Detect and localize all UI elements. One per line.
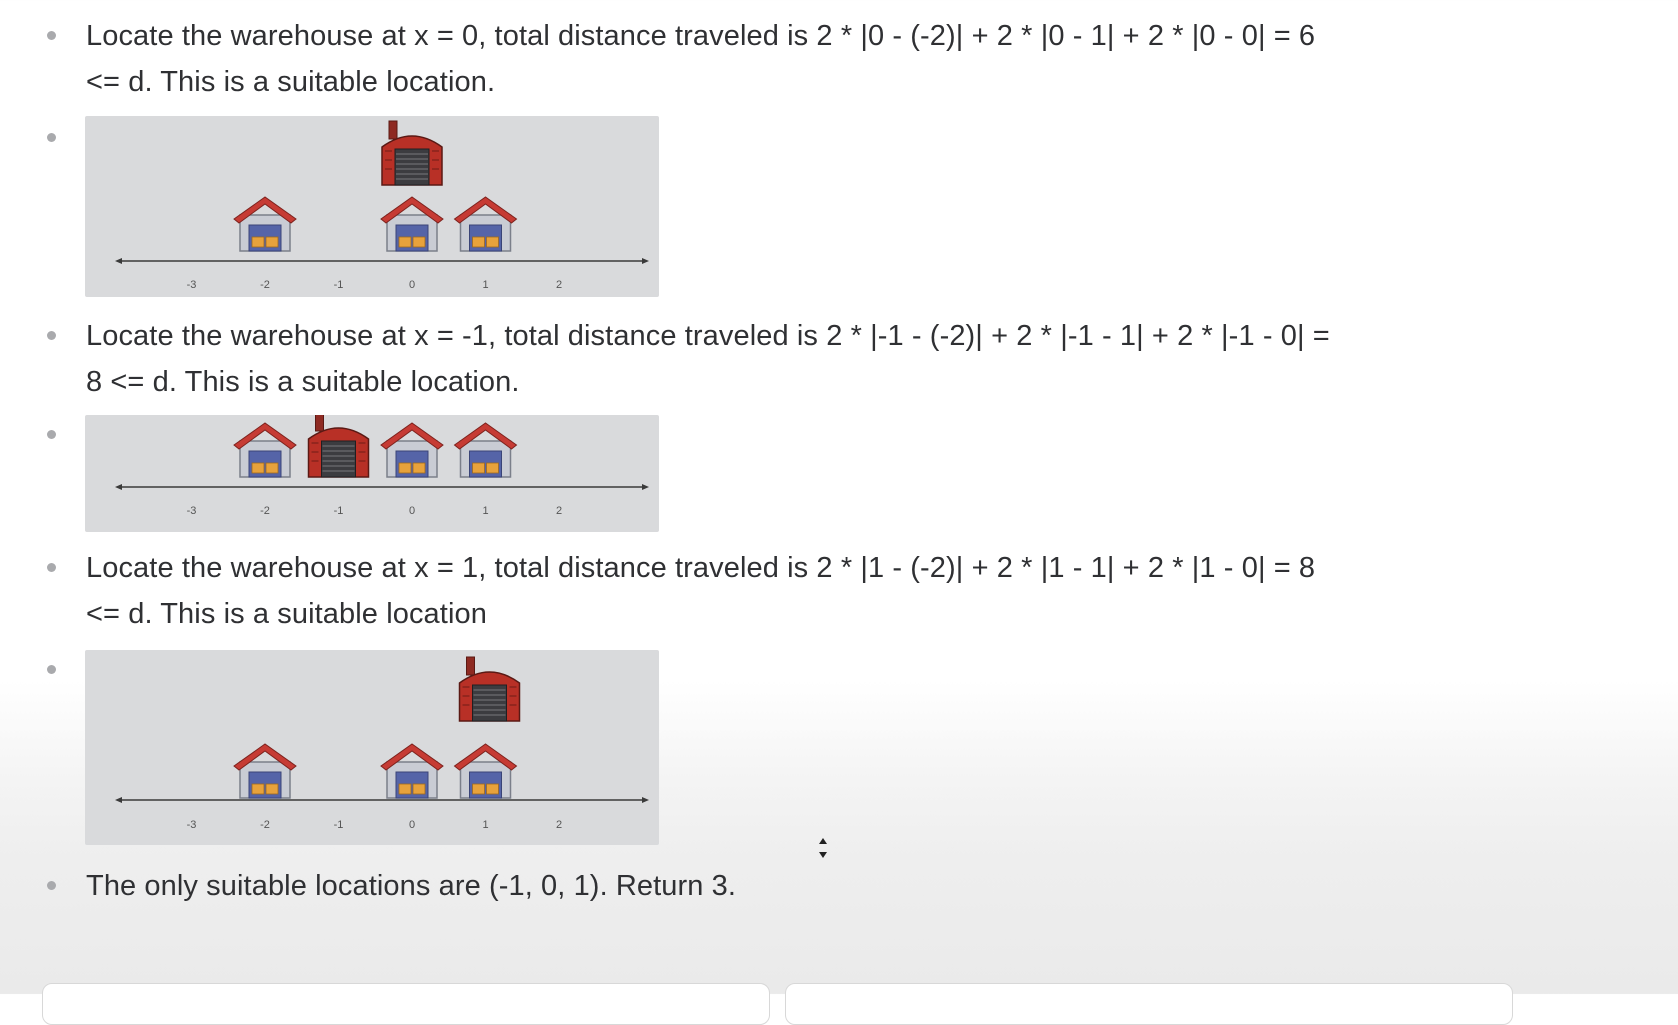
tick-label: 0 [409,819,415,831]
axis-arrow-right [642,797,649,803]
tick-label: 2 [556,279,562,291]
number-line-figure-x1: -3 -2 -1 0 1 2 [85,650,659,845]
step-text-xm1: Locate the warehouse at x = -1, total di… [86,313,1526,405]
tick-label: -1 [334,505,344,517]
tick-label: 1 [482,279,488,291]
axis-arrow-left [115,484,122,490]
store-icon [233,743,297,799]
tick-label: -1 [334,819,344,831]
axis-arrow-left [115,258,122,264]
resize-cursor-icon [819,838,827,858]
bullet [47,563,56,572]
step-text-line: Locate the warehouse at x = 0, total dis… [86,20,1316,52]
tick-label: 0 [409,505,415,517]
bottom-card-left[interactable] [42,983,770,1025]
number-line-diagram: -3 -2 -1 0 1 2 [115,656,649,831]
store-icon [453,196,518,252]
tick-label: 1 [482,505,488,517]
step-text-line: Locate the warehouse at x = 1, total dis… [86,552,1316,584]
store-icon [380,196,444,252]
store-icon [453,743,518,799]
bullet [47,331,56,340]
tick-label: -3 [187,505,197,517]
store-icon [233,422,297,478]
store-icon [233,196,297,252]
store-icon [380,422,444,478]
tick-label: -1 [334,279,344,291]
tick-label: -2 [260,505,270,517]
tick-label: -2 [260,819,270,831]
tick-label: -3 [187,279,197,291]
step-text-line: Locate the warehouse at x = -1, total di… [86,320,1330,352]
store-icon [380,743,444,799]
tick-label: 1 [482,819,488,831]
store-icon [453,422,518,478]
tick-label: -3 [187,819,197,831]
step-text-line: <= d. This is a suitable location [86,598,487,630]
tick-label: 0 [409,279,415,291]
number-line-figure-x0: -3 -2 -1 0 1 2 [85,116,659,297]
axis-arrow-right [642,484,649,490]
bullet [47,665,56,674]
number-line-diagram: -3 -2 -1 0 1 2 [115,120,649,291]
conclusion-line: The only suitable locations are (-1, 0, … [86,870,737,902]
warehouse-icon [381,120,443,186]
bullet [47,133,56,142]
bullet [47,31,56,40]
number-line-diagram: -3 -2 -1 0 1 2 [115,415,649,517]
axis-arrow-right [642,258,649,264]
number-line-figure-xm1: -3 -2 -1 0 1 2 [85,415,659,532]
tick-label: 2 [556,505,562,517]
step-text-x0: Locate the warehouse at x = 0, total dis… [86,13,1526,105]
warehouse-icon [307,415,370,478]
tick-label: -2 [260,279,270,291]
step-text-line: 8 <= d. This is a suitable location. [86,366,520,398]
bullet [47,881,56,890]
step-text-line: <= d. This is a suitable location. [86,66,496,98]
explanation-document: Locate the warehouse at x = 0, total dis… [0,0,1678,1025]
bullet [47,430,56,439]
conclusion-text: The only suitable locations are (-1, 0, … [86,863,1526,909]
axis-arrow-left [115,797,122,803]
bottom-card-right[interactable] [785,983,1513,1025]
warehouse-icon [458,656,521,722]
tick-label: 2 [556,819,562,831]
step-text-x1: Locate the warehouse at x = 1, total dis… [86,545,1526,637]
